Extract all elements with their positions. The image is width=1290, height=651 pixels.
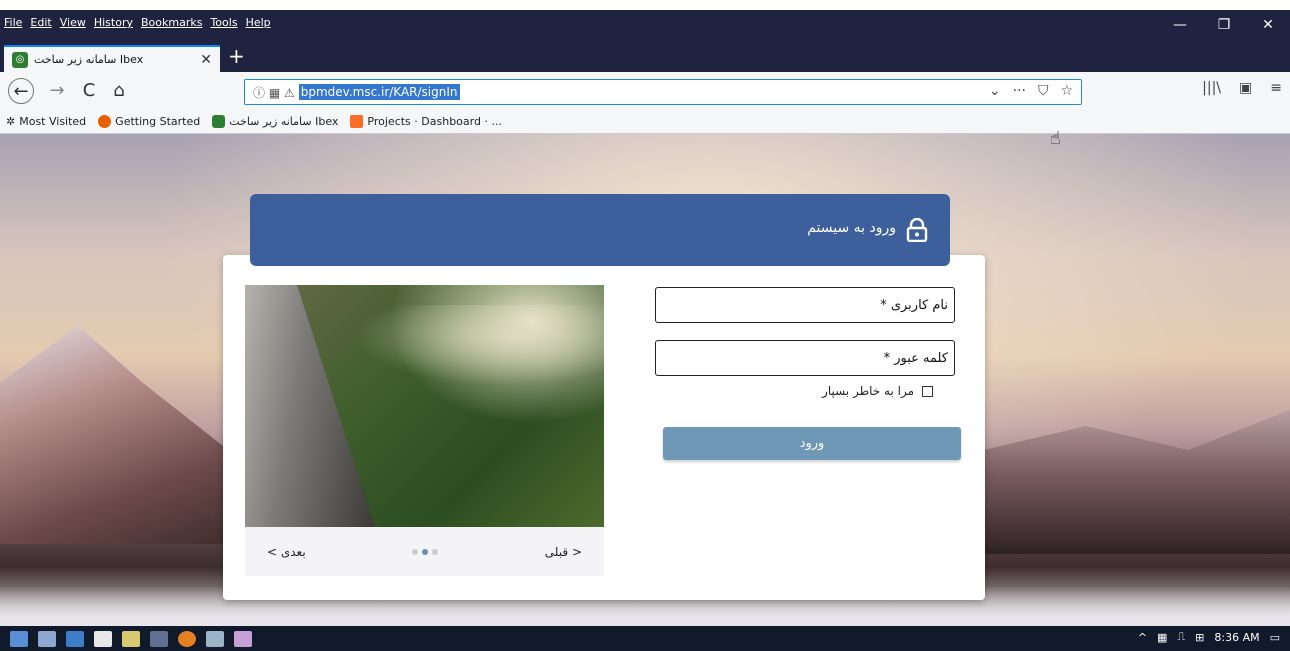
tab-bar: ◎ سامانه زیر ساخت Ibex ✕ +: [0, 42, 1290, 72]
tab-title: سامانه زیر ساخت Ibex: [34, 53, 144, 66]
gitlab-icon: [350, 115, 364, 128]
bookmark-label: Getting Started: [115, 115, 201, 128]
minimize-button[interactable]: —: [1158, 10, 1202, 40]
usb-tray-icon[interactable]: ⎍: [1177, 630, 1185, 644]
bookmark-star-icon[interactable]: ☆: [1060, 83, 1073, 99]
page-actions-icon[interactable]: ···: [1013, 83, 1026, 99]
login-header-title: ورود به سیستم: [807, 220, 896, 236]
menu-help[interactable]: Help: [246, 16, 271, 29]
navigation-bar: ← → C ⌂ ⓘ ▦ ⚠ bpmdev.msc.ir/KAR/signIn ⌄…: [0, 72, 1290, 110]
password-field[interactable]: [655, 340, 955, 376]
start-icon[interactable]: [10, 630, 28, 647]
home-button[interactable]: ⌂: [106, 78, 132, 104]
hand-cursor-icon: ☝: [1050, 128, 1061, 149]
sidebar-icon[interactable]: ▣: [1239, 80, 1252, 96]
menu-file[interactable]: File: [4, 16, 22, 29]
pocket-icon[interactable]: ⛉: [1038, 83, 1049, 99]
toolbar-right: |||\ ▣ ≡: [1202, 80, 1282, 96]
remember-me[interactable]: مرا به خاطر بسپار: [813, 384, 933, 398]
restore-button[interactable]: ❐: [1202, 10, 1246, 40]
ibex-favicon-icon: ◎: [12, 51, 28, 68]
slider-next-button[interactable]: بعدی >: [267, 545, 306, 559]
bookmark-label: Projects · Dashboard · ...: [367, 115, 502, 128]
network-app-icon[interactable]: [206, 630, 224, 647]
notepad-icon[interactable]: [94, 630, 112, 647]
bookmark-label: Most Visited: [19, 115, 87, 128]
menu-view[interactable]: View: [60, 16, 86, 29]
window-top-edge: [0, 0, 1290, 10]
network-tray-icon[interactable]: ⊞: [1195, 631, 1204, 644]
slider-dot[interactable]: [432, 548, 439, 555]
menu-items: File Edit View History Bookmarks Tools H…: [0, 16, 271, 29]
slider-mist: [355, 305, 604, 385]
bookmarks-toolbar: ✲ Most Visited Getting Started سامانه زی…: [0, 110, 1290, 134]
bookmark-ibex[interactable]: سامانه زیر ساخت Ibex: [212, 115, 338, 128]
menu-tools[interactable]: Tools: [210, 16, 237, 29]
slider-dots: [412, 548, 439, 555]
site-info-icon[interactable]: ⓘ ▦ ⚠: [253, 84, 295, 101]
slider-prev-button[interactable]: < قبلی: [545, 545, 582, 559]
firefox-icon: [98, 115, 112, 128]
back-button[interactable]: ←: [8, 78, 34, 104]
login-card: بعدی > < قبلی مرا به خاطر بسپار ورود: [223, 255, 985, 600]
url-text[interactable]: bpmdev.msc.ir/KAR/signIn: [298, 84, 460, 100]
tab-active[interactable]: ◎ سامانه زیر ساخت Ibex ✕: [4, 45, 220, 72]
intellij-icon[interactable]: [234, 630, 252, 647]
menu-edit[interactable]: Edit: [30, 16, 51, 29]
bookmark-most-visited[interactable]: ✲ Most Visited: [6, 115, 86, 128]
remember-label: مرا به خاطر بسپار: [822, 384, 914, 398]
slider-dot[interactable]: [412, 548, 419, 555]
background-mountain-left: [0, 325, 260, 544]
slider-controls: بعدی > < قبلی: [245, 527, 604, 576]
slider-image: [245, 285, 604, 527]
file-explorer-icon[interactable]: [66, 630, 84, 647]
close-window-button[interactable]: ✕: [1246, 10, 1290, 40]
menu-history[interactable]: History: [94, 16, 133, 29]
task-view-icon[interactable]: [38, 630, 56, 647]
system-tray: ^ ▦ ⎍ ⊞ 8:36 AM ▭: [1138, 630, 1280, 644]
taskbar-apps: [0, 630, 252, 647]
vmware-tray-icon[interactable]: ▦: [1157, 631, 1167, 644]
tray-expand-icon[interactable]: ^: [1138, 631, 1147, 644]
login-button[interactable]: ورود: [663, 427, 961, 460]
bookmark-label: سامانه زیر ساخت Ibex: [229, 115, 339, 128]
url-actions: ⌄ ··· ⛉ ☆: [989, 83, 1073, 99]
terminal-icon[interactable]: [150, 630, 168, 647]
lock-icon: [906, 218, 928, 242]
remember-checkbox[interactable]: [922, 385, 933, 397]
bookmark-getting-started[interactable]: Getting Started: [98, 115, 200, 128]
url-dropdown-icon[interactable]: ⌄: [989, 83, 1001, 99]
menu-bar: File Edit View History Bookmarks Tools H…: [0, 10, 1290, 42]
background-mountain-right: [950, 410, 1290, 554]
ibex-favicon-icon: [212, 115, 226, 128]
username-field[interactable]: [655, 287, 955, 323]
library-icon[interactable]: |||\: [1202, 80, 1221, 96]
address-bar[interactable]: ⓘ ▦ ⚠ bpmdev.msc.ir/KAR/signIn ⌄ ··· ⛉ ☆: [244, 79, 1082, 105]
window-controls: — ❐ ✕: [1158, 10, 1290, 40]
bookmark-projects[interactable]: Projects · Dashboard · ...: [350, 115, 502, 128]
login-header: ورود به سیستم: [250, 194, 950, 266]
firefox-taskbar-icon[interactable]: [178, 630, 196, 647]
image-slider: بعدی > < قبلی: [245, 285, 604, 576]
menu-icon[interactable]: ≡: [1270, 80, 1282, 96]
forward-button[interactable]: →: [44, 78, 70, 104]
slider-dot-active[interactable]: [422, 548, 429, 555]
reload-button[interactable]: C: [76, 78, 102, 104]
new-tab-button[interactable]: +: [228, 44, 245, 68]
page-content: بعدی > < قبلی مرا به خاطر بسپار ورود ورو…: [0, 134, 1290, 626]
notifications-icon[interactable]: ▭: [1270, 631, 1280, 644]
menu-bookmarks[interactable]: Bookmarks: [141, 16, 202, 29]
sticky-notes-icon[interactable]: [122, 630, 140, 647]
tab-close-icon[interactable]: ✕: [200, 52, 212, 68]
clock[interactable]: 8:36 AM: [1214, 631, 1259, 644]
taskbar: ^ ▦ ⎍ ⊞ 8:36 AM ▭: [0, 626, 1290, 651]
gear-icon: ✲: [6, 115, 16, 128]
